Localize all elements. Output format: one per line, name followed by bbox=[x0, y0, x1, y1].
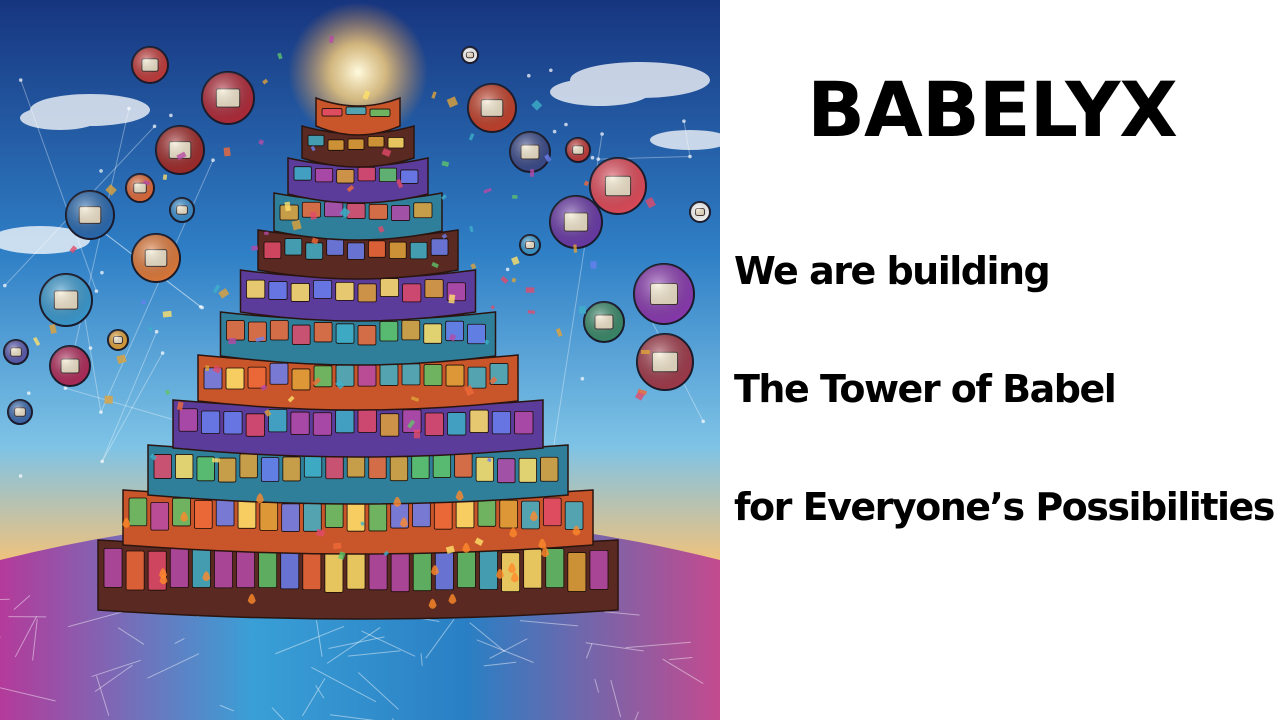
tagline-line-1: We are building bbox=[734, 249, 1051, 293]
tagline-line-2: The Tower of Babel bbox=[734, 367, 1117, 411]
tagline-line-3: for Everyone’s Possibilities bbox=[734, 485, 1275, 529]
tower-illustration bbox=[0, 0, 720, 720]
slide-title: BABELYX bbox=[807, 65, 1178, 154]
text-panel: BABELYX We are building The Tower of Bab… bbox=[720, 0, 1280, 720]
